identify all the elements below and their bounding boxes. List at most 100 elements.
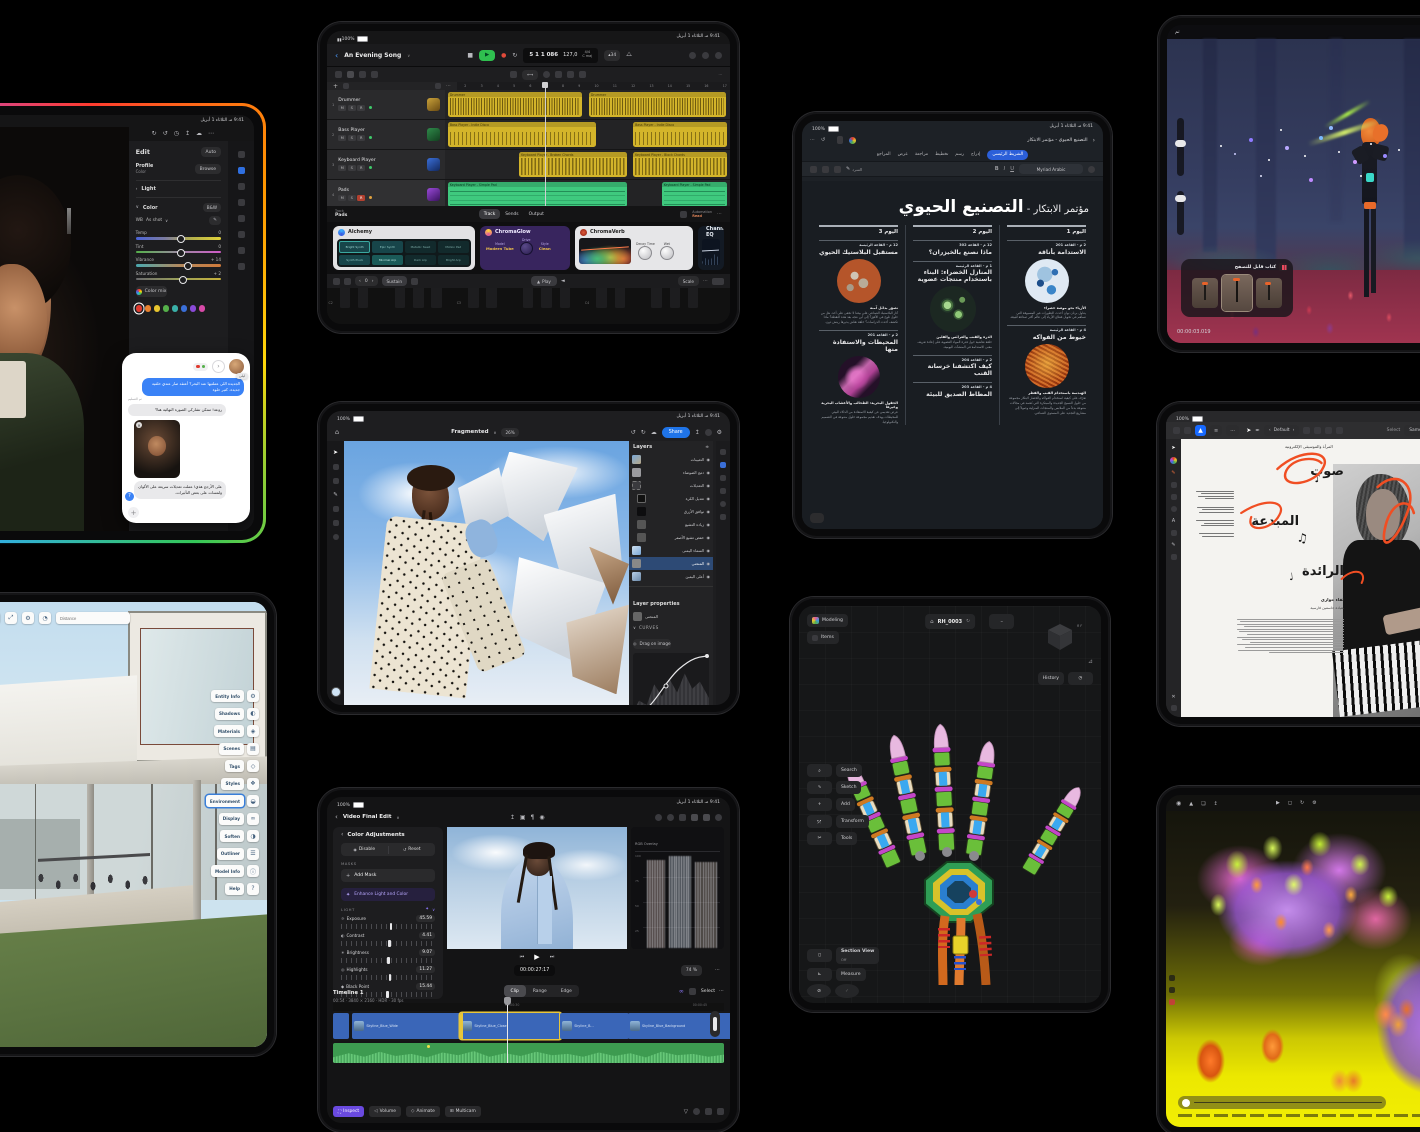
swatch-orange[interactable] [145, 305, 152, 312]
piano-key-black[interactable] [670, 288, 680, 308]
import-icon[interactable]: ↥ [510, 814, 515, 821]
timeline-playhead[interactable] [507, 1003, 508, 1063]
affinity-app-icon[interactable]: ▲ [1195, 425, 1206, 436]
masking-icon[interactable] [238, 151, 245, 158]
browse-button[interactable]: Browse [195, 164, 221, 174]
volume-button[interactable]: ◁Volume [369, 1106, 401, 1117]
adjust-icon[interactable] [720, 475, 726, 481]
undo-icon[interactable]: ↺ [631, 429, 636, 436]
chevron-down-icon[interactable]: ∨ [633, 625, 636, 630]
scale-button[interactable]: Scale [678, 276, 699, 286]
frame-icon[interactable]: ◻ [1288, 800, 1292, 806]
node-tool-icon[interactable]: ✒ [1255, 428, 1260, 434]
pen-tool-icon[interactable] [1171, 482, 1177, 488]
select-label[interactable]: Select [1387, 428, 1401, 433]
comment-icon[interactable] [720, 488, 726, 494]
plugin-chromaverb[interactable]: ChromaVerb Decay Time Wet [575, 226, 693, 270]
lock-icon[interactable]: ▲ [1189, 801, 1193, 807]
video-preview[interactable] [447, 827, 627, 949]
more-icon[interactable]: ⋯ [715, 967, 720, 973]
slider-temp[interactable]: Temp0 [136, 230, 221, 240]
piano-key-black[interactable] [340, 288, 350, 308]
tab-track[interactable]: Track [479, 209, 501, 219]
solo-button[interactable]: S [348, 105, 356, 111]
loop-icon[interactable]: ↻ [1300, 800, 1304, 806]
comment-icon[interactable] [810, 166, 817, 173]
loop-browser-icon[interactable] [359, 71, 366, 78]
layer-row[interactable]: خفض تشبع الأصفر◉ [629, 531, 713, 544]
photoshop-canvas[interactable] [344, 441, 629, 705]
layer-group-row[interactable]: التعديلات◉ [629, 479, 713, 492]
tab-view[interactable]: عرض [898, 152, 908, 157]
lens-icon[interactable] [238, 231, 245, 238]
record-icon[interactable]: ◉ [539, 814, 544, 821]
record-state-icon[interactable] [1169, 999, 1175, 1005]
pencil-tool-icon[interactable]: ✎ [1171, 542, 1175, 548]
back-icon[interactable]: ‹ [335, 51, 338, 60]
visibility-icon[interactable]: ◉ [707, 509, 711, 514]
drummer-instrument-icon[interactable] [427, 98, 440, 111]
animate-button[interactable]: ◇Animate [406, 1106, 440, 1117]
next-frame-icon[interactable]: ⏭ [550, 954, 555, 960]
piano-key-black[interactable] [688, 288, 698, 308]
isolate-icon[interactable]: ⊘ [807, 984, 831, 998]
slider-vibrance[interactable]: Vibrance+ 14 [136, 257, 221, 267]
visibility-icon[interactable]: ◉ [707, 548, 711, 553]
alchemy-pad[interactable]: Dark Arp [405, 255, 436, 265]
track-row-bass[interactable]: 2 Bass Player MSR Bass Player - Indie Di… [327, 120, 730, 150]
magazine-page[interactable]: المرأة والموسيقى الإلكترونية صوت المبدعة… [1181, 439, 1420, 717]
stop-icon[interactable]: ■ [467, 52, 473, 59]
overwrite-icon[interactable] [717, 1108, 724, 1115]
redo-icon[interactable]: ↻ [152, 130, 157, 137]
select-menu[interactable]: Select [701, 989, 715, 994]
more-icon[interactable]: ⋯ [810, 137, 815, 143]
timeline-scroll-handle[interactable] [710, 1011, 720, 1037]
fill-tool-icon[interactable] [1171, 506, 1177, 512]
text-tool-icon[interactable]: A [1172, 518, 1175, 524]
minimize-icon[interactable] [715, 814, 722, 821]
track-row-keyboard[interactable]: 3 Keyboard Player MSR Keyboard Player - … [327, 150, 730, 180]
redo-icon[interactable]: ↻ [641, 429, 646, 436]
panel-environment[interactable]: Environment◒ [206, 795, 259, 807]
eraser-tool-icon[interactable] [333, 506, 339, 512]
foreground-color-chip[interactable] [331, 687, 341, 697]
mode-clip[interactable]: Clip [504, 985, 526, 997]
swatch-teal[interactable] [172, 305, 179, 312]
light-section-header[interactable]: ›Light [136, 186, 221, 192]
underline-button[interactable]: U [1010, 166, 1014, 172]
slider-contrast[interactable]: ◐Contrast4.41 [341, 932, 435, 946]
delete-icon[interactable]: ✕ [1171, 694, 1175, 700]
open-in-icon[interactable]: ⤢ [5, 612, 17, 624]
mute-button[interactable]: M [338, 135, 346, 141]
color-tool-icon[interactable] [1170, 457, 1177, 464]
gear-icon[interactable]: ⚙ [22, 612, 34, 624]
home-icon[interactable]: ⌂ [335, 428, 339, 436]
slider-thumb[interactable] [184, 262, 192, 270]
vector-brush-icon[interactable]: ✎ [1171, 470, 1175, 476]
slider-thumb[interactable] [179, 276, 187, 284]
mute-button[interactable]: M [338, 195, 346, 201]
brush-icon[interactable] [1336, 427, 1343, 434]
undo-icon[interactable]: ↺ [163, 130, 168, 137]
piano-key-black[interactable] [413, 288, 423, 308]
info-icon[interactable] [720, 501, 726, 507]
region-bass[interactable]: Bass Player - Indie Disco [633, 122, 727, 147]
timeline-scrubber[interactable] [1178, 1096, 1386, 1109]
export-icon[interactable]: ↥ [695, 429, 700, 436]
auto-button[interactable]: Auto [201, 147, 221, 157]
visibility-icon[interactable]: ◉ [707, 561, 711, 566]
more-icon[interactable]: ⋯ [446, 83, 451, 89]
color-mix-button[interactable]: Color mix [136, 286, 167, 297]
gizmo-icon[interactable] [1169, 987, 1175, 993]
region-keyboard[interactable]: Keyboard Player - Broken Chords [519, 152, 627, 177]
record-enable-button[interactable]: R [357, 165, 365, 171]
piano-key-black[interactable] [651, 288, 661, 308]
enhance-button[interactable]: ✦Enhance Light and Color [341, 888, 435, 901]
region-pads[interactable]: Keyboard Player - Simple Pad [448, 182, 628, 207]
tab-sends[interactable]: Sends [500, 209, 523, 219]
play-button[interactable]: ▶ [479, 50, 495, 61]
swatch-blue[interactable] [181, 305, 188, 312]
layers-icon[interactable]: ❏ [1201, 801, 1205, 807]
metronome-icon[interactable]: ⧍ [626, 51, 632, 59]
visibility-icon[interactable]: ◉ [707, 457, 711, 462]
